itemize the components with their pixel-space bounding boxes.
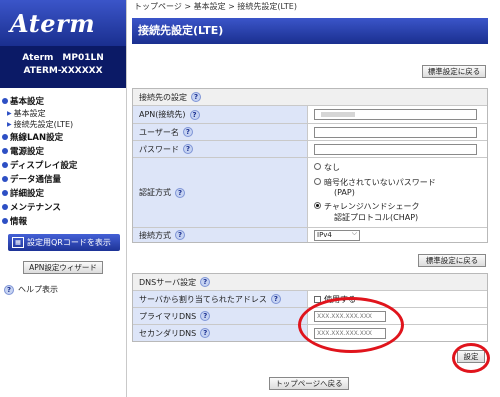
help-icon[interactable]: ? (200, 328, 211, 338)
sidebar-item-display[interactable]: ディスプレイ設定 (0, 158, 126, 172)
back-to-top-button[interactable]: トップページへ戻る (269, 377, 349, 390)
help-icon[interactable]: ? (175, 230, 185, 240)
checkbox[interactable] (314, 295, 321, 303)
bullet-icon (2, 176, 8, 182)
secondary-dns-row: セカンダリDNS? XXX.XXX.XXX.XXX (133, 324, 487, 341)
apn-label: APN(接続先) (139, 110, 186, 119)
username-input[interactable] (314, 126, 477, 138)
help-icon[interactable]: ? (175, 187, 185, 198)
auth-chap-option[interactable]: チャレンジハンドシェーク 認証プロトコル(CHAP) (314, 201, 436, 223)
sidebar-item-data-usage[interactable]: データ通信量 (0, 172, 126, 186)
help-icon[interactable]: ? (270, 294, 281, 304)
show-qr-button[interactable]: ▦ 設定用QRコードを表示 (8, 234, 120, 251)
username-label: ユーザー名 (139, 127, 179, 137)
help-icon[interactable]: ? (182, 127, 193, 137)
help-link[interactable]: ? ヘルプ表示 (4, 284, 126, 295)
model-name: Aterm MP01LN (22, 53, 104, 63)
auth-label: 認証方式 (139, 188, 171, 197)
password-input[interactable] (314, 143, 477, 155)
sidebar-item-advanced[interactable]: 詳細設定 (0, 186, 126, 200)
help-icon[interactable]: ? (189, 109, 200, 120)
sidebar-item-info[interactable]: 情報 (0, 214, 126, 228)
sidebar-item-power[interactable]: 電源設定 (0, 144, 126, 158)
radio-chap[interactable] (314, 202, 321, 209)
radio-none[interactable] (314, 163, 321, 170)
main-content: トップページ > 基本設定 > 接続先設定(LTE) 接続先設定(LTE) 標準… (132, 0, 500, 397)
apn-input[interactable] (314, 109, 477, 120)
sidebar-nav: 基本設定 ▶ 基本設定 ▶ 接続先設定(LTE) 無線LAN設定 電源設定 ディスプ… (0, 88, 126, 228)
logo-bar: Aterm (0, 0, 126, 46)
restore-default-button-2[interactable]: 標準設定に戻る (418, 254, 486, 267)
blurred-value (321, 112, 355, 117)
breadcrumb: トップページ > 基本設定 > 接続先設定(LTE) (134, 2, 297, 11)
sidebar-item-maintenance[interactable]: メンテナンス (0, 200, 126, 214)
triangle-icon: ▶ (7, 121, 12, 128)
apn-wizard-button[interactable]: APN設定ウィザード (23, 261, 103, 274)
help-icon[interactable]: ? (200, 311, 211, 321)
page-title: 接続先設定(LTE) (132, 18, 488, 44)
auth-row: 認証方式? なし 暗号化されていないパスワード (PAP) チャレンジハンドシェー… (133, 157, 487, 227)
secondary-dns-label: セカンダリDNS (139, 328, 197, 338)
apn-row: APN(接続先)? (133, 106, 487, 123)
dns-auto-checkbox[interactable]: 使用する (314, 294, 356, 305)
triangle-icon: ▶ (7, 110, 12, 117)
username-row: ユーザー名? (133, 123, 487, 140)
set-button[interactable]: 設定 (457, 350, 485, 363)
connection-section: 接続先の設定 ? APN(接続先)? ユーザー名? パスワード? 認証方式? な… (132, 88, 488, 243)
auth-none-option[interactable]: なし (314, 162, 436, 173)
connection-method-select[interactable]: IPv4 (314, 229, 360, 241)
sidebar-item-wlan[interactable]: 無線LAN設定 (0, 130, 126, 144)
password-row: パスワード? (133, 140, 487, 157)
primary-dns-input[interactable]: XXX.XXX.XXX.XXX (314, 310, 386, 322)
model-box: Aterm MP01LN ATERM-XXXXXX (0, 46, 126, 88)
primary-dns-row: プライマリDNS? XXX.XXX.XXX.XXX (133, 307, 487, 324)
radio-pap[interactable] (314, 178, 321, 185)
section-header: DNSサーバ設定 ? (133, 274, 487, 291)
sidebar-sub-lte[interactable]: ▶ 接続先設定(LTE) (0, 119, 126, 130)
secondary-dns-input[interactable]: XXX.XXX.XXX.XXX (314, 327, 386, 339)
method-row: 接続方式? IPv4 (133, 227, 487, 242)
bullet-icon (2, 204, 8, 210)
bullet-icon (2, 162, 8, 168)
bullet-icon (2, 148, 8, 154)
section-header: 接続先の設定 ? (133, 89, 487, 106)
restore-default-button[interactable]: 標準設定に戻る (422, 65, 486, 78)
bullet-icon (2, 190, 8, 196)
auth-pap-option[interactable]: 暗号化されていないパスワード (PAP) (314, 177, 436, 197)
sidebar-sub-basic[interactable]: ▶ 基本設定 (0, 108, 126, 119)
dns-section: DNSサーバ設定 ? サーバから割り当てられたアドレス? 使用する プライマリD… (132, 273, 488, 342)
qr-code-icon: ▦ (12, 237, 24, 248)
device-id: ATERM-XXXXXX (23, 66, 103, 76)
help-icon[interactable]: ? (183, 144, 193, 154)
primary-dns-label: プライマリDNS (139, 311, 197, 321)
aterm-logo: Aterm (10, 8, 96, 38)
bullet-icon (2, 218, 8, 224)
sidebar-item-basic[interactable]: 基本設定 (0, 94, 126, 108)
help-icon[interactable]: ? (200, 277, 211, 287)
bullet-icon (2, 134, 8, 140)
dns-auto-row: サーバから割り当てられたアドレス? 使用する (133, 291, 487, 307)
help-icon[interactable]: ? (191, 92, 201, 102)
method-label: 接続方式 (139, 230, 171, 240)
bullet-icon (2, 98, 8, 104)
sidebar: Aterm Aterm MP01LN ATERM-XXXXXX 基本設定 ▶ 基本… (0, 0, 127, 397)
password-label: パスワード (139, 144, 179, 154)
help-icon: ? (4, 284, 14, 295)
dns-auto-label: サーバから割り当てられたアドレス (139, 294, 267, 304)
